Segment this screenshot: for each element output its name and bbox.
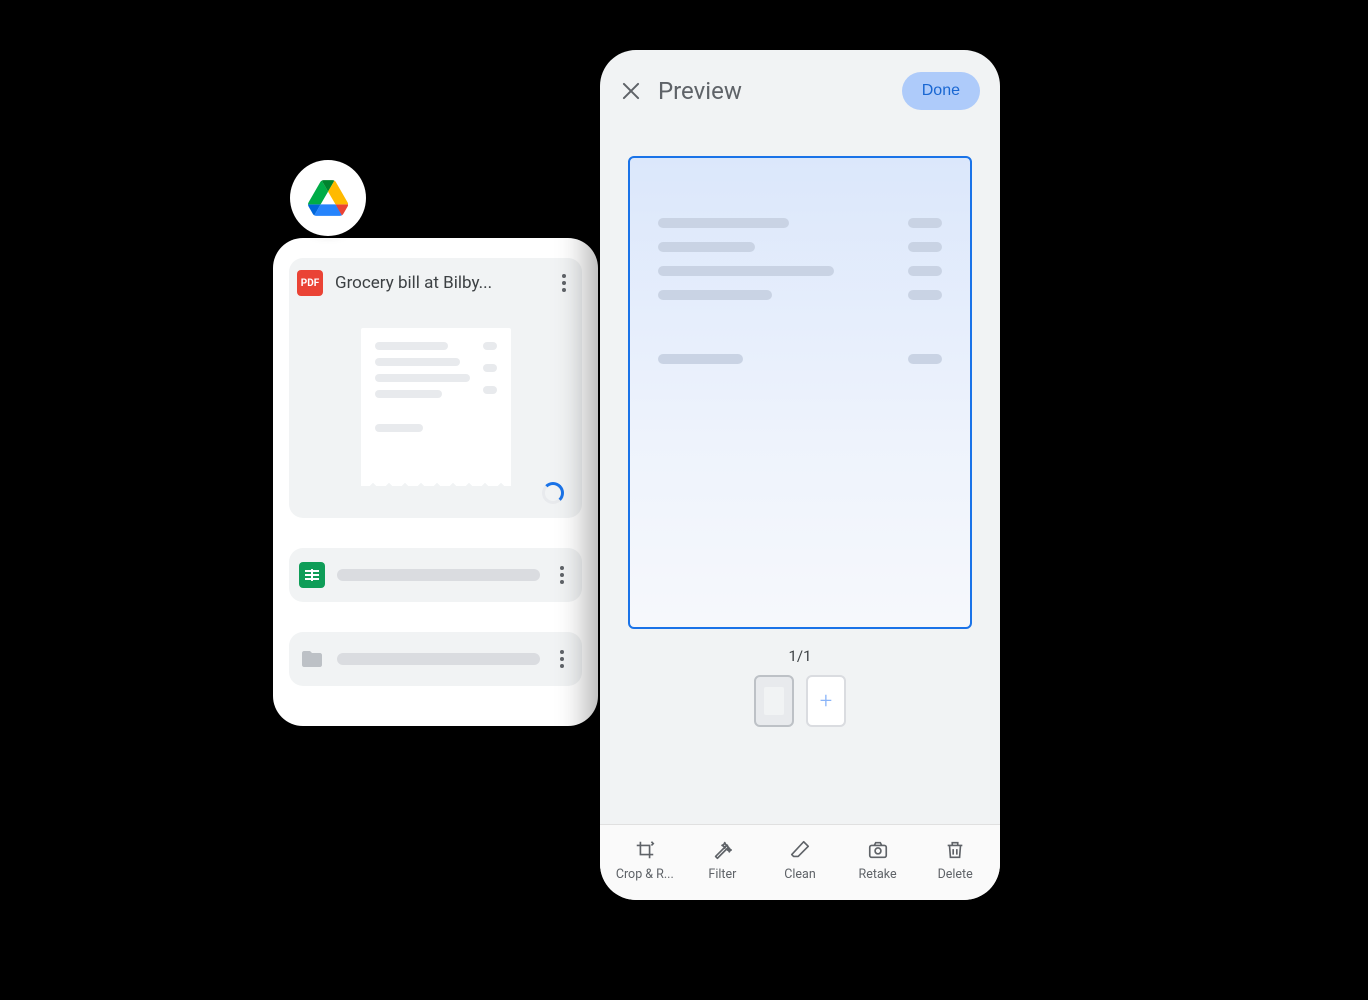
google-drive-logo (290, 160, 366, 236)
filter-button[interactable]: Filter (692, 839, 752, 882)
folder-icon (299, 646, 325, 672)
add-page-button[interactable]: + (806, 675, 846, 727)
page-thumbnail[interactable] (754, 675, 794, 727)
page-thumbnail-strip: + (754, 675, 846, 727)
screen-title: Preview (658, 77, 886, 105)
page-counter: 1/1 (788, 647, 811, 665)
crop-icon (634, 839, 656, 861)
more-options-button[interactable] (554, 274, 574, 292)
file-title-placeholder (337, 653, 540, 665)
camera-icon (867, 839, 889, 861)
file-thumbnail-area (289, 308, 582, 518)
file-title: Grocery bill at Bilby... (335, 273, 542, 293)
retake-button[interactable]: Retake (848, 839, 908, 882)
receipt-thumbnail (361, 328, 511, 478)
clean-button[interactable]: Clean (770, 839, 830, 882)
scan-preview-screen: Preview Done 1/1 + Crop & R... Filter (600, 50, 1000, 900)
preview-header: Preview Done (600, 50, 1000, 128)
crop-rotate-button[interactable]: Crop & R... (615, 839, 675, 882)
edit-toolbar: Crop & R... Filter Clean Retake Delete (600, 824, 1000, 900)
eraser-icon (789, 839, 811, 861)
delete-button[interactable]: Delete (925, 839, 985, 882)
file-title-placeholder (337, 569, 540, 581)
file-item-folder[interactable] (289, 632, 582, 686)
file-item-pdf[interactable]: PDF Grocery bill at Bilby... (289, 258, 582, 308)
more-options-button[interactable] (552, 650, 572, 668)
drive-file-list-card: PDF Grocery bill at Bilby... (273, 238, 598, 726)
pdf-icon: PDF (297, 270, 323, 296)
sheets-icon (299, 562, 325, 588)
close-button[interactable] (620, 80, 642, 102)
magic-wand-icon (711, 839, 733, 861)
done-button[interactable]: Done (902, 72, 980, 110)
file-item-sheets[interactable] (289, 548, 582, 602)
loading-spinner-icon (542, 482, 564, 504)
scanned-page-preview[interactable] (628, 156, 972, 629)
more-options-button[interactable] (552, 566, 572, 584)
trash-icon (944, 839, 966, 861)
